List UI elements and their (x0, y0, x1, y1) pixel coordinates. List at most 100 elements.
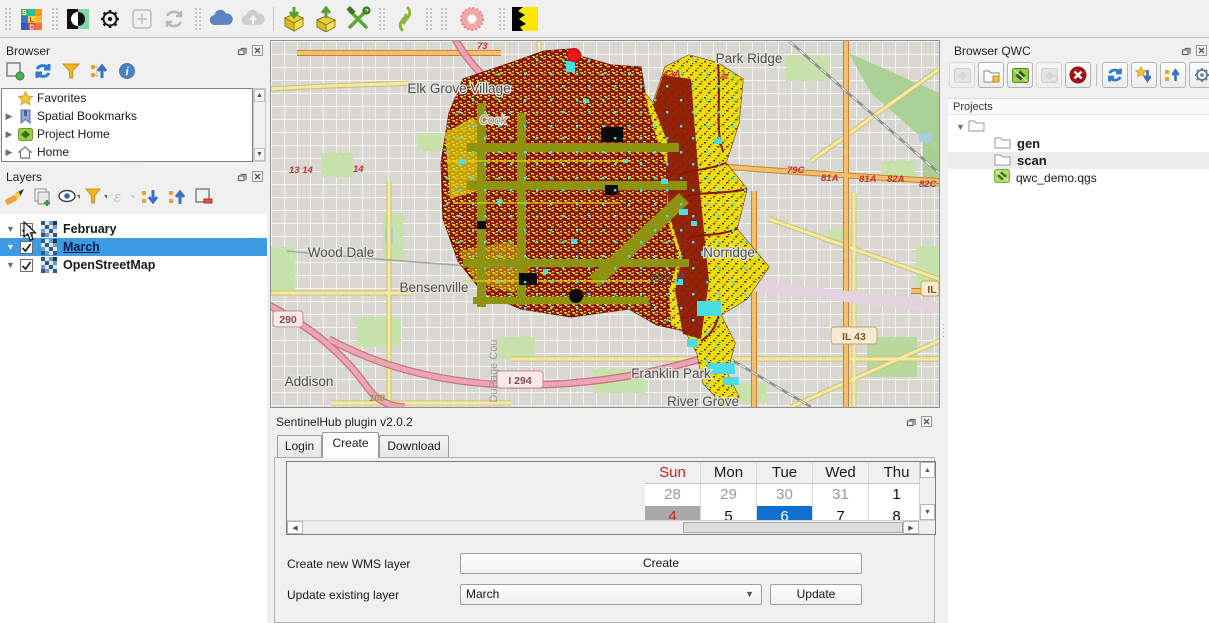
tree-item-spatial-bookmarks[interactable]: ▶ Spatial Bookmarks (2, 107, 252, 125)
style-manager-icon[interactable] (4, 186, 26, 208)
cloud-upload-icon[interactable] (240, 6, 266, 32)
filter-browser-icon[interactable] (60, 60, 82, 82)
calendar-column-wed: Wed 31 7 (813, 462, 869, 520)
map-label: Cook (480, 115, 508, 127)
create-button[interactable]: Create (460, 553, 862, 574)
close-panel-button[interactable] (1195, 44, 1207, 56)
scrollbar-thumb[interactable] (683, 522, 903, 533)
scroll-left-icon[interactable]: ◀ (287, 521, 303, 534)
tree-item-project-home[interactable]: ▶ Project Home (2, 125, 252, 143)
toolbar-grip[interactable] (425, 7, 432, 31)
calendar-scroll-area[interactable]: Sun 28 4 Mon 29 5 Tue 30 6 (286, 461, 936, 535)
plugin-tools-icon[interactable] (345, 6, 371, 32)
close-panel-button[interactable] (251, 170, 263, 182)
calendar-day[interactable]: 7 (813, 506, 868, 520)
float-panel-button[interactable] (905, 415, 917, 427)
update-button[interactable]: Update (770, 584, 862, 605)
tree-item-gen[interactable]: gen (948, 135, 1209, 152)
tree-item-favorites[interactable]: Favorites (2, 89, 252, 107)
expand-icon[interactable]: ▼ (0, 242, 16, 252)
sentinelhub-icon[interactable] (392, 6, 418, 32)
toolbar-grip[interactable] (4, 7, 11, 31)
tab-download[interactable]: Download (379, 435, 449, 457)
float-panel-button[interactable] (236, 170, 248, 182)
tree-item-qwc-demo[interactable]: qwc_demo.qgs (948, 169, 1209, 186)
plugin-uninstall-icon[interactable] (313, 6, 339, 32)
calendar-day[interactable]: 8 (869, 506, 919, 520)
open-project-icon[interactable] (949, 62, 975, 88)
expand-all-icon[interactable] (1131, 62, 1157, 88)
scroll-right-icon[interactable]: ▶ (903, 521, 919, 534)
expand-all-icon[interactable] (139, 186, 161, 208)
tab-login[interactable]: Login (277, 435, 322, 457)
collapse-all-icon[interactable] (1160, 62, 1186, 88)
expand-icon[interactable]: ▼ (0, 260, 16, 270)
calendar-day[interactable]: 28 (645, 484, 700, 506)
calendar-day[interactable]: 30 (757, 484, 812, 506)
refresh-icon[interactable] (32, 60, 54, 82)
toolbar-grip[interactable] (498, 7, 505, 31)
expand-icon[interactable]: ▼ (948, 122, 962, 132)
scroll-down-icon[interactable]: ▼ (920, 504, 935, 520)
layer-checkbox[interactable] (20, 259, 33, 272)
plugin-install-icon[interactable] (281, 6, 307, 32)
save-as-icon[interactable] (1036, 62, 1062, 88)
vertical-splitter-right[interactable]: ···· (940, 40, 948, 623)
cloud-icon[interactable] (208, 6, 234, 32)
add-plus-icon[interactable] (129, 6, 155, 32)
map-canvas[interactable]: Elk Grove Village Park Ridge Cook Wood D… (270, 40, 940, 408)
properties-info-icon[interactable]: i (116, 60, 138, 82)
tab-create[interactable]: Create (322, 432, 379, 458)
browser-tree-scrollbar[interactable]: ▲ ▼ (253, 88, 266, 162)
raster-layer-icon (41, 239, 57, 255)
new-folder-icon[interactable] (978, 62, 1004, 88)
calendar-day[interactable]: 31 (813, 484, 868, 506)
settings-gear-icon[interactable] (97, 6, 123, 32)
map-label: Norridge (703, 245, 755, 260)
scroll-up-icon[interactable]: ▲ (920, 462, 935, 478)
layer-select-combobox[interactable]: March ▼ (460, 584, 762, 605)
float-panel-button[interactable] (236, 44, 248, 56)
qwc-panel-title: Browser QWC (954, 44, 1031, 58)
remove-layer-icon[interactable] (193, 186, 215, 208)
qwc-flag-icon[interactable] (512, 6, 538, 32)
sld-legend-icon[interactable]: S L D (18, 6, 44, 32)
map-themes-icon[interactable] (58, 186, 80, 208)
layer-row-february[interactable]: ▼ February (0, 220, 267, 238)
shield-label: 290 (279, 314, 297, 326)
scroll-up-icon[interactable]: ▲ (254, 89, 265, 102)
filter-legend-icon[interactable] (85, 186, 107, 208)
refresh-sync-icon[interactable] (161, 6, 187, 32)
toolbar-grip[interactable] (440, 7, 447, 31)
add-group-icon[interactable] (31, 186, 53, 208)
contrast-icon[interactable] (65, 6, 91, 32)
collapse-all-icon[interactable] (88, 60, 110, 82)
layer-row-openstreetmap[interactable]: ▼ OpenStreetMap (0, 256, 267, 274)
toolbar-grip[interactable] (378, 7, 385, 31)
close-panel-button[interactable] (251, 44, 263, 56)
close-panel-button[interactable] (920, 415, 932, 427)
layer-row-march[interactable]: ▼ March (0, 238, 267, 256)
calendar-vertical-scrollbar[interactable]: ▲ ▼ (919, 462, 935, 520)
calendar-day-selected[interactable]: 6 (757, 506, 812, 520)
calendar-day[interactable]: 4 (645, 506, 700, 520)
save-project-icon[interactable] (1007, 62, 1033, 88)
collapse-all-icon[interactable] (166, 186, 188, 208)
shutter-icon[interactable] (459, 6, 485, 32)
tree-root-folder[interactable]: ▼ (948, 118, 1209, 135)
filter-expression-icon[interactable]: ε (112, 186, 134, 208)
tree-item-scan[interactable]: scan (948, 152, 1209, 169)
panel-resize-handle[interactable]: ······ (0, 159, 267, 165)
toolbar-grip[interactable] (194, 7, 201, 31)
calendar-day[interactable]: 5 (701, 506, 756, 520)
settings-gear-icon[interactable] (1189, 62, 1209, 88)
calendar-horizontal-scrollbar[interactable]: ◀ ▶ (287, 520, 935, 534)
calendar-day[interactable]: 1 (869, 484, 919, 506)
refresh-icon[interactable] (1102, 62, 1128, 88)
calendar-day[interactable]: 29 (701, 484, 756, 506)
toolbar-grip[interactable] (51, 7, 58, 31)
delete-icon[interactable] (1065, 62, 1091, 88)
float-panel-button[interactable] (1180, 44, 1192, 56)
add-selected-layer-icon[interactable] (4, 60, 26, 82)
expand-icon[interactable]: ▼ (0, 224, 16, 234)
